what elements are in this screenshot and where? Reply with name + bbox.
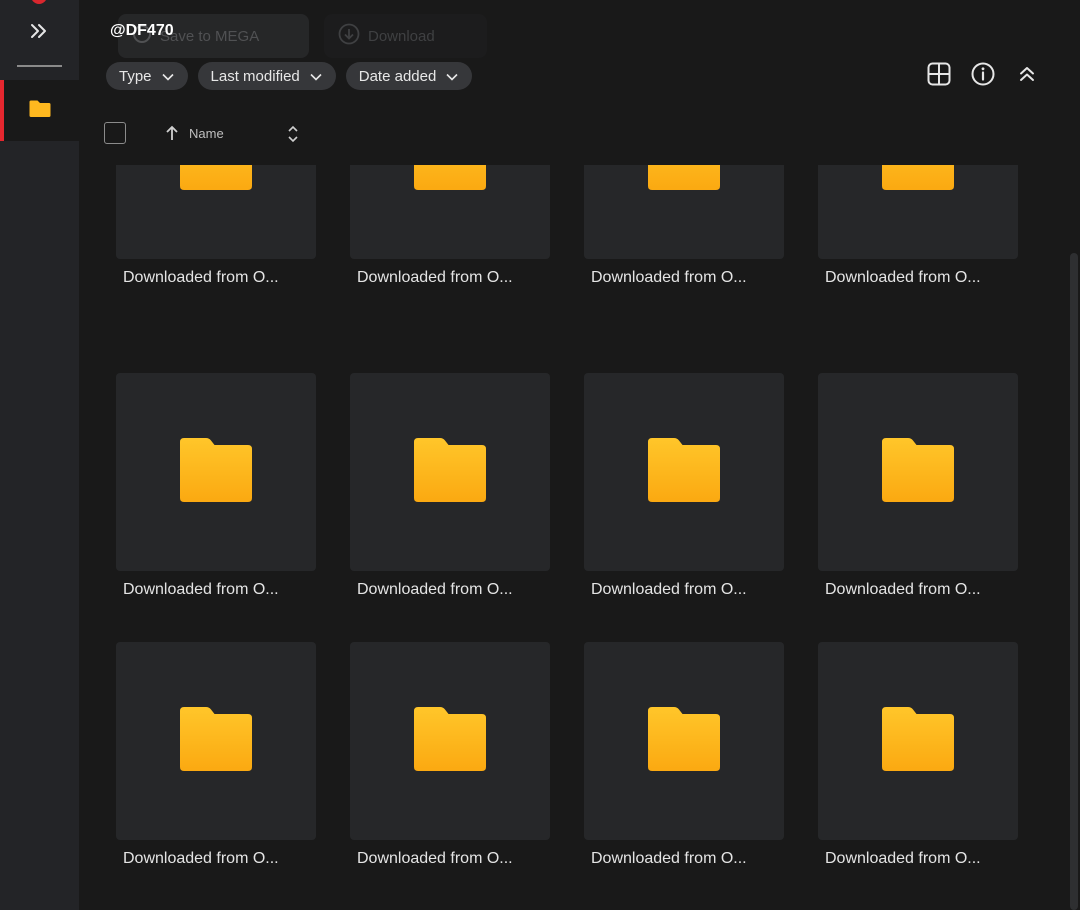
- folder-card[interactable]: Downloaded from O...: [116, 642, 316, 868]
- last-modified-filter-label: Last modified: [210, 67, 300, 85]
- chevron-down-icon: [310, 68, 322, 85]
- folder-icon: [413, 706, 487, 777]
- sidebar-divider: [17, 65, 62, 67]
- folder-icon: [179, 706, 253, 777]
- date-added-filter[interactable]: Date added: [345, 62, 473, 90]
- folder-thumbnail: [116, 165, 316, 259]
- folder-icon: [881, 706, 955, 777]
- folder-thumbnail: [116, 642, 316, 840]
- folder-thumbnail: [350, 165, 550, 259]
- sort-ascending-icon[interactable]: [165, 125, 179, 146]
- download-label: Download: [368, 27, 435, 45]
- folder-thumbnail: [584, 165, 784, 259]
- folder-name: Downloaded from O...: [357, 581, 513, 598]
- collapse-up-icon: [1018, 65, 1036, 88]
- chevron-down-icon: [161, 68, 174, 85]
- folder-icon: [413, 165, 487, 196]
- collapse-button[interactable]: [1014, 62, 1040, 90]
- active-indicator: [0, 80, 4, 141]
- folder-icon: [647, 165, 721, 196]
- folder-icon: [647, 437, 721, 508]
- folder-name: Downloaded from O...: [123, 850, 279, 867]
- folder-card[interactable]: Downloaded from O...: [350, 642, 550, 868]
- folder-card[interactable]: Downloaded from O...: [818, 165, 1018, 287]
- download-icon: [338, 23, 360, 49]
- folder-icon: [881, 437, 955, 508]
- folder-card[interactable]: Downloaded from O...: [584, 642, 784, 868]
- folder-thumbnail: [350, 373, 550, 571]
- folder-icon: [881, 165, 955, 196]
- folder-name: Downloaded from O...: [357, 269, 513, 286]
- date-added-filter-label: Date added: [358, 67, 437, 85]
- view-controls: [926, 62, 1040, 90]
- folder-card[interactable]: Downloaded from O...: [116, 165, 316, 287]
- folder-name: Downloaded from O...: [591, 581, 747, 598]
- download-button[interactable]: Download: [324, 14, 487, 58]
- folder-card[interactable]: Downloaded from O...: [818, 373, 1018, 599]
- folder-icon: [647, 706, 721, 777]
- folder-thumbnail: [584, 642, 784, 840]
- folder-card[interactable]: Downloaded from O...: [116, 373, 316, 599]
- grid-view-icon: [927, 62, 951, 91]
- folder-card[interactable]: Downloaded from O...: [584, 165, 784, 287]
- chevrons-right-icon: [29, 23, 49, 44]
- scrollbar-thumb[interactable]: [1070, 253, 1078, 910]
- folder-name: Downloaded from O...: [591, 269, 747, 286]
- folder-thumbnail: [584, 373, 784, 571]
- folder-name: Downloaded from O...: [825, 850, 981, 867]
- chevron-down-icon: [446, 68, 458, 85]
- top-bar: Save to MEGA Download @DF470 Type Last m…: [80, 0, 1080, 100]
- info-button[interactable]: [970, 62, 996, 90]
- select-all-checkbox[interactable]: [104, 122, 126, 144]
- folder-grid: Downloaded from O... Downloaded from O...…: [80, 165, 1066, 910]
- folder-name: Downloaded from O...: [123, 581, 279, 598]
- list-header: Name: [104, 120, 324, 148]
- sort-toggle-icon[interactable]: [287, 124, 299, 149]
- page-title: @DF470: [110, 22, 174, 39]
- folder-name: Downloaded from O...: [825, 269, 981, 286]
- folder-name: Downloaded from O...: [357, 850, 513, 867]
- folder-icon: [179, 165, 253, 196]
- folder-card[interactable]: Downloaded from O...: [350, 373, 550, 599]
- expand-sidebar-button[interactable]: [24, 20, 54, 46]
- grid-view-button[interactable]: [926, 62, 952, 90]
- last-modified-filter[interactable]: Last modified: [197, 62, 336, 90]
- folder-icon: [29, 99, 51, 123]
- sidebar-item-cloud-drive[interactable]: [0, 80, 79, 141]
- folder-thumbnail: [818, 373, 1018, 571]
- filter-chips: Type Last modified Date added: [106, 62, 473, 90]
- folder-thumbnail: [818, 165, 1018, 259]
- folder-name: Downloaded from O...: [123, 269, 279, 286]
- folder-thumbnail: [116, 373, 316, 571]
- folder-name: Downloaded from O...: [591, 850, 747, 867]
- folder-thumbnail: [350, 642, 550, 840]
- folder-name: Downloaded from O...: [825, 581, 981, 598]
- save-to-mega-label: Save to MEGA: [160, 27, 260, 45]
- name-column-label[interactable]: Name: [189, 126, 224, 141]
- notification-dot: [31, 0, 47, 4]
- folder-icon: [179, 437, 253, 508]
- info-icon: [971, 62, 995, 91]
- sidebar: [0, 0, 79, 910]
- folder-card[interactable]: Downloaded from O...: [818, 642, 1018, 868]
- folder-card[interactable]: Downloaded from O...: [584, 373, 784, 599]
- folder-card[interactable]: Downloaded from O...: [350, 165, 550, 287]
- folder-icon: [413, 437, 487, 508]
- folder-thumbnail: [818, 642, 1018, 840]
- type-filter[interactable]: Type: [106, 62, 188, 90]
- type-filter-label: Type: [119, 67, 152, 85]
